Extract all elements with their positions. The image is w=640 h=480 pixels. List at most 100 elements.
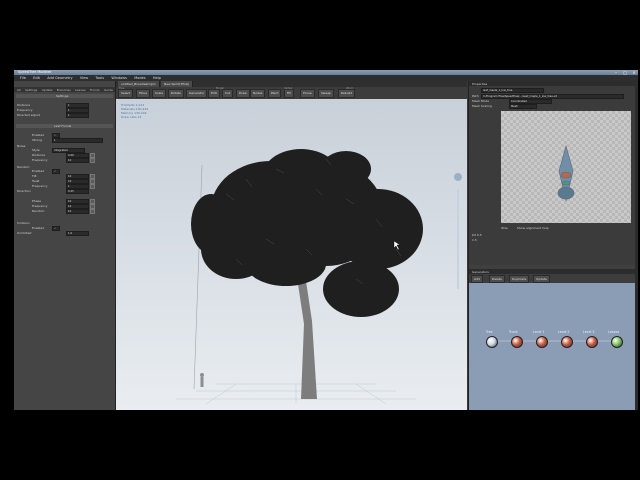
param-label: Tilt: [32, 174, 37, 178]
param-label: Enabled: [32, 169, 45, 173]
tab-fronds[interactable]: Fronds: [90, 88, 100, 93]
right-panel: Properties leaf_maple_1_low_tree Path C:…: [468, 81, 638, 410]
preview-value: 1.5: [472, 238, 477, 242]
section-title: Leaf Fronds: [54, 124, 72, 128]
tab-leaves[interactable]: Leaves: [75, 88, 86, 93]
node-leaves[interactable]: [611, 336, 623, 348]
node-level-3[interactable]: [586, 336, 598, 348]
duplicate-generator-button[interactable]: Duplicate: [509, 275, 530, 283]
tool-fill[interactable]: Fill: [284, 89, 295, 98]
curve-button[interactable]: [90, 209, 95, 214]
node-tree[interactable]: [486, 336, 498, 348]
panel-header: Generators: [469, 269, 635, 274]
tool-sweep[interactable]: Sweep: [318, 89, 334, 98]
param-label: Frequency: [17, 108, 33, 112]
param-field[interactable]: 0.25: [66, 189, 89, 194]
node-label: Level 1: [533, 330, 545, 334]
tool-select[interactable]: Select: [118, 89, 134, 98]
tab-settings[interactable]: Settings: [25, 88, 37, 93]
asset-name-field[interactable]: leaf_maple_1_low_tree: [481, 88, 544, 93]
node-level-2[interactable]: [561, 336, 573, 348]
curve-button[interactable]: [90, 158, 95, 163]
param-field[interactable]: 10: [66, 158, 89, 163]
property-tabs: All Settings Update Branches Leaves Fron…: [14, 87, 115, 98]
viewport-toolbar: untitled_Broadleaf.spm New Spmt(TPrel) T…: [116, 81, 467, 99]
tab-all[interactable]: All: [17, 88, 21, 93]
path-label: Path: [472, 94, 479, 98]
generator-graph[interactable]: Tree Trunk Level 1 Level 2 Level 3 Leave…: [469, 283, 635, 410]
mesh-scaling-dropdown[interactable]: Mesh: [509, 104, 537, 109]
node-label: Leaves: [608, 330, 620, 334]
tree-render: [176, 149, 462, 405]
alignment-help-option[interactable]: Show alignment help: [517, 226, 549, 230]
param-label: Twist: [32, 179, 40, 183]
node-trunk[interactable]: [511, 336, 523, 348]
param-label: Frequency: [32, 204, 48, 208]
tool-move[interactable]: Move: [136, 89, 151, 98]
param-label: Distance: [32, 153, 46, 157]
3d-viewport[interactable]: Tris/Verts 1,212 Materials 130,244 Memor…: [116, 99, 467, 410]
param-label: Frequency: [32, 184, 48, 188]
leaf-mesh-preview: [557, 144, 575, 202]
speedtree-window: SpeedTree Modeler – □ × File Edit Add Ge…: [14, 70, 638, 410]
add-generator-button[interactable]: Add: [471, 275, 483, 283]
delete-generator-button[interactable]: Delete: [489, 275, 505, 283]
param-field[interactable]: 1.0: [66, 231, 89, 236]
tab-document[interactable]: New Spmt(TPrel): [161, 81, 194, 87]
param-field[interactable]: 10: [66, 209, 89, 214]
tool-cut[interactable]: Cut: [222, 89, 234, 98]
generators-panel: Generators Add Delete Duplicate Update T…: [469, 269, 635, 410]
param-label: Random: [32, 209, 45, 213]
param-checkbox[interactable]: ✓: [52, 169, 60, 174]
param-label: Strong: [32, 138, 42, 142]
group-label: Collision: [17, 221, 30, 225]
viewport-gizmo: [454, 173, 462, 289]
right-scrollbar[interactable]: [635, 81, 638, 410]
ground-grid: [176, 383, 416, 405]
group-label: Noise: [17, 144, 26, 148]
tab-guide[interactable]: Guide: [104, 88, 113, 93]
group-label: Random: [17, 165, 30, 169]
row-label: Mesh Mode: [472, 99, 490, 103]
param-field[interactable]: 1: [66, 113, 89, 118]
tab-update[interactable]: Update: [42, 88, 53, 93]
viewport-area: untitled_Broadleaf.spm New Spmt(TPrel) T…: [116, 81, 467, 410]
tool-draw[interactable]: Draw: [236, 89, 250, 98]
path-field[interactable]: C:/Program Files/SpeedTree/…/Leaf_maple_…: [481, 94, 624, 99]
tool-rotate[interactable]: Rotate: [168, 89, 184, 98]
row-label: Mesh Scaling: [472, 104, 492, 108]
section-header[interactable]: Leaf Fronds: [16, 124, 113, 128]
tool-scale[interactable]: Scale: [152, 89, 167, 98]
update-generator-button[interactable]: Update: [533, 275, 550, 283]
param-label: Enabled: [32, 226, 45, 230]
wire-option[interactable]: Wire: [501, 226, 508, 230]
tool-paint[interactable]: Paint: [268, 89, 282, 98]
param-label: Phase: [32, 199, 41, 203]
node-label: Level 2: [558, 330, 570, 334]
param-label: Unlimited: [17, 231, 32, 235]
tree-trunk: [298, 281, 317, 399]
param-label: Directed adjust: [17, 113, 40, 117]
section-header[interactable]: Settings: [16, 94, 113, 98]
mesh-preview[interactable]: [501, 111, 631, 223]
node-label: Trunk: [509, 330, 518, 334]
panel-title: Properties: [472, 82, 488, 86]
param-slider[interactable]: 1: [52, 138, 103, 143]
param-label: Frequency: [32, 158, 48, 162]
node-label: Level 3: [583, 330, 595, 334]
param-label: Direction: [17, 189, 31, 193]
param-label: Enabled: [32, 133, 45, 137]
preview-value: Kit 0.5: [472, 233, 482, 237]
tool-nodes[interactable]: Nodes: [250, 89, 266, 98]
tool-edit[interactable]: Edit: [208, 89, 220, 98]
property-editor-panel: All Settings Update Branches Leaves Fron…: [14, 81, 116, 410]
node-level-1[interactable]: [536, 336, 548, 348]
properties-panel: Properties leaf_maple_1_low_tree Path C:…: [469, 81, 635, 265]
tool-rebuild[interactable]: Rebuild: [338, 89, 356, 98]
tool-generator[interactable]: Generator: [186, 89, 208, 98]
tool-prune[interactable]: Prune: [300, 89, 315, 98]
param-checkbox[interactable]: ✓: [52, 226, 60, 231]
curve-button[interactable]: [90, 184, 95, 189]
tab-branches[interactable]: Branches: [57, 88, 71, 93]
scale-figure: [200, 373, 204, 387]
